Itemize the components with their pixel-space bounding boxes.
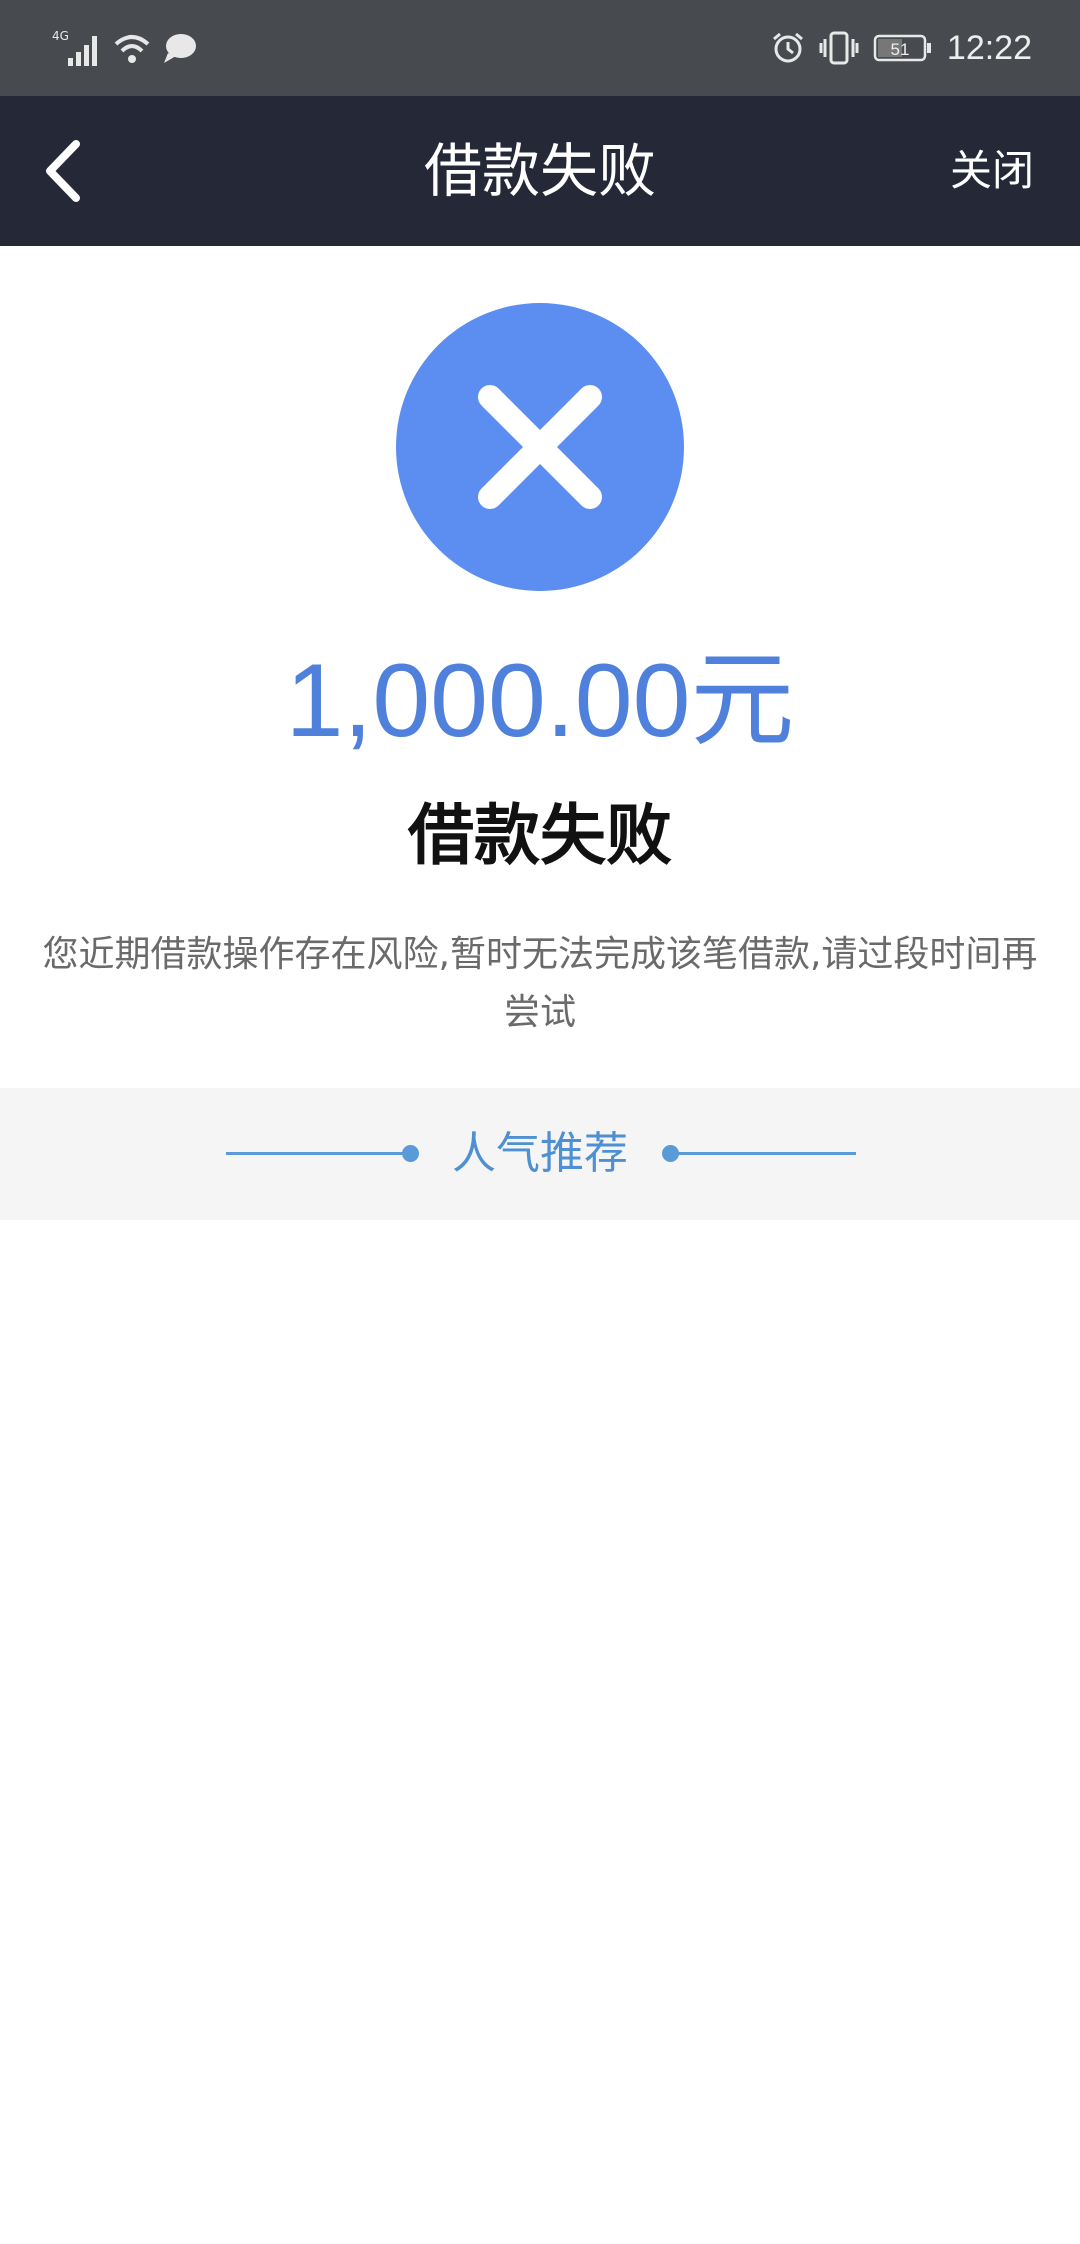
alarm-icon: [771, 31, 805, 65]
vibrate-icon: [819, 30, 859, 66]
page-title: 借款失败: [423, 137, 656, 205]
battery-icon: 51: [873, 32, 933, 64]
navigation-bar: 借款失败 关闭: [0, 96, 1080, 246]
signal-icon: 4G: [52, 28, 102, 68]
message-icon: [162, 31, 198, 65]
chevron-left-icon: [36, 136, 96, 206]
recommend-section-header: 人气推荐: [0, 1088, 1080, 1220]
recommend-label: 人气推荐: [452, 1128, 628, 1179]
back-button[interactable]: [36, 136, 96, 206]
status-bar-right: 51 12:22: [771, 26, 1032, 70]
status-bar-left: 4G: [52, 26, 198, 70]
result-title: 借款失败: [408, 797, 672, 874]
status-bar: 4G 51 12:22: [0, 0, 1080, 96]
battery-level: 51: [890, 40, 909, 59]
close-circle-icon: [396, 303, 684, 591]
result-message: 您近期借款操作存在风险,暂时无法完成该笔借款,请过段时间再尝试: [42, 934, 1038, 1033]
close-button[interactable]: 关闭: [950, 96, 1034, 246]
clock-time: 12:22: [946, 28, 1032, 67]
network-type-label: 4G: [52, 29, 69, 43]
loan-amount: 1,000.00元: [285, 643, 795, 759]
wifi-icon: [112, 30, 152, 66]
divider-right: [670, 1152, 856, 1155]
